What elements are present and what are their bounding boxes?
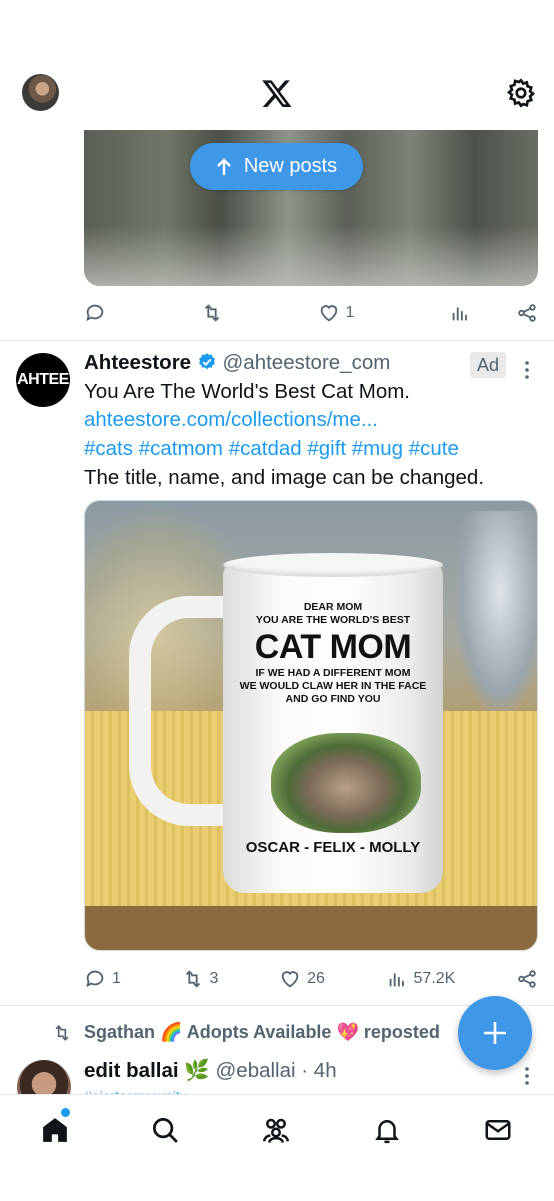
like-count: 1 [345, 304, 355, 321]
views-button[interactable]: 57.2K [386, 968, 456, 990]
heart-icon [281, 971, 299, 988]
home-icon[interactable] [40, 1115, 70, 1145]
tweet-link[interactable]: ahteestore.com/collections/me... [84, 408, 378, 432]
repost-banner[interactable]: Sgathan 🌈 Adopts Available 💖 reposted [52, 1022, 440, 1043]
like-button[interactable]: 26 [279, 968, 325, 990]
repost-button[interactable]: 3 [182, 968, 219, 990]
author-handle[interactable]: @ahteestore_com [223, 351, 391, 374]
repost-icon [185, 970, 200, 988]
ad-tweet-actions: 1 3 26 57.2K [84, 962, 538, 996]
ad-author-line: Ahteestore @ahteestore_com [84, 351, 390, 375]
tweet-actions: 1 [84, 296, 538, 330]
verified-badge-icon [198, 353, 215, 370]
repost-banner-text: Sgathan 🌈 Adopts Available 💖 reposted [84, 1022, 440, 1042]
repost-count: 3 [209, 970, 219, 987]
author-name[interactable]: edit ballai 🌿 [84, 1059, 210, 1082]
ad-media-image[interactable]: DEAR MOM YOU ARE THE WORLD'S BEST CAT MO… [84, 500, 538, 951]
views-icon [389, 973, 404, 987]
notifications-icon[interactable] [372, 1115, 402, 1145]
cats-photo [271, 733, 421, 833]
arrow-up-icon [216, 157, 231, 175]
reply-count: 1 [112, 970, 121, 987]
repost-icon [55, 1024, 69, 1041]
mug-line: AND GO FIND YOU [285, 693, 381, 705]
mug-line: WE WOULD CLAW HER IN THE FACE [239, 680, 427, 692]
ahteestore-avatar[interactable]: AHTEE [16, 353, 70, 407]
compose-post-button[interactable] [458, 996, 532, 1070]
reply-button[interactable]: 1 [84, 968, 121, 990]
more-options-icon[interactable] [524, 360, 530, 380]
tweet-text-line1: You Are The World's Best Cat Mom. [84, 380, 410, 403]
more-options-icon[interactable] [524, 1066, 530, 1086]
gear-icon[interactable] [505, 77, 537, 109]
author-handle[interactable]: @eballai [215, 1059, 295, 1082]
like-count: 26 [307, 970, 325, 987]
bottom-navigation [0, 1094, 554, 1201]
views-icon [452, 307, 468, 321]
like-button[interactable]: 1 [318, 302, 355, 324]
x-logo-icon[interactable] [261, 77, 293, 109]
heart-icon [320, 305, 337, 322]
reply-button[interactable] [84, 302, 106, 324]
share-button[interactable] [516, 968, 538, 990]
author-name[interactable]: Ahteestore [84, 351, 191, 374]
share-icon [518, 970, 536, 988]
mug-line: YOU ARE THE WORLD'S BEST [255, 614, 411, 626]
new-posts-label: New posts [243, 155, 338, 177]
mug-line: IF WE HAD A DIFFERENT MOM [255, 667, 411, 679]
communities-icon[interactable] [261, 1115, 291, 1145]
repost-button[interactable] [201, 302, 223, 324]
notification-dot [61, 1108, 70, 1117]
mug-title: CAT MOM [254, 628, 412, 666]
messages-icon[interactable] [483, 1115, 513, 1145]
tweet-time: · 4h [301, 1059, 337, 1082]
ad-badge: Ad [470, 352, 506, 378]
views-count: 57.2K [413, 970, 456, 987]
repost-icon [204, 304, 219, 322]
new-posts-button[interactable]: New posts [190, 143, 363, 190]
share-button[interactable] [516, 302, 538, 324]
mug-print: DEAR MOM YOU ARE THE WORLD'S BEST CAT MO… [225, 601, 441, 706]
tweet-text-line3: The title, name, and image can be change… [84, 466, 485, 489]
tweet-hashtags[interactable]: #cats #catmom #catdad #gift #mug #cute [84, 437, 459, 461]
views-button[interactable] [449, 302, 471, 324]
mug-line: DEAR MOM [303, 601, 363, 613]
reply-icon [86, 970, 104, 988]
user-avatar[interactable] [22, 74, 59, 111]
share-icon [518, 304, 536, 322]
mug-names: OSCAR - FELIX - MOLLY [245, 839, 421, 856]
next-tweet-author: edit ballai 🌿 @eballai · 4h [84, 1059, 337, 1083]
divider [0, 340, 554, 341]
reply-icon [86, 304, 104, 322]
search-icon[interactable] [150, 1115, 180, 1145]
plus-icon [484, 1022, 506, 1044]
